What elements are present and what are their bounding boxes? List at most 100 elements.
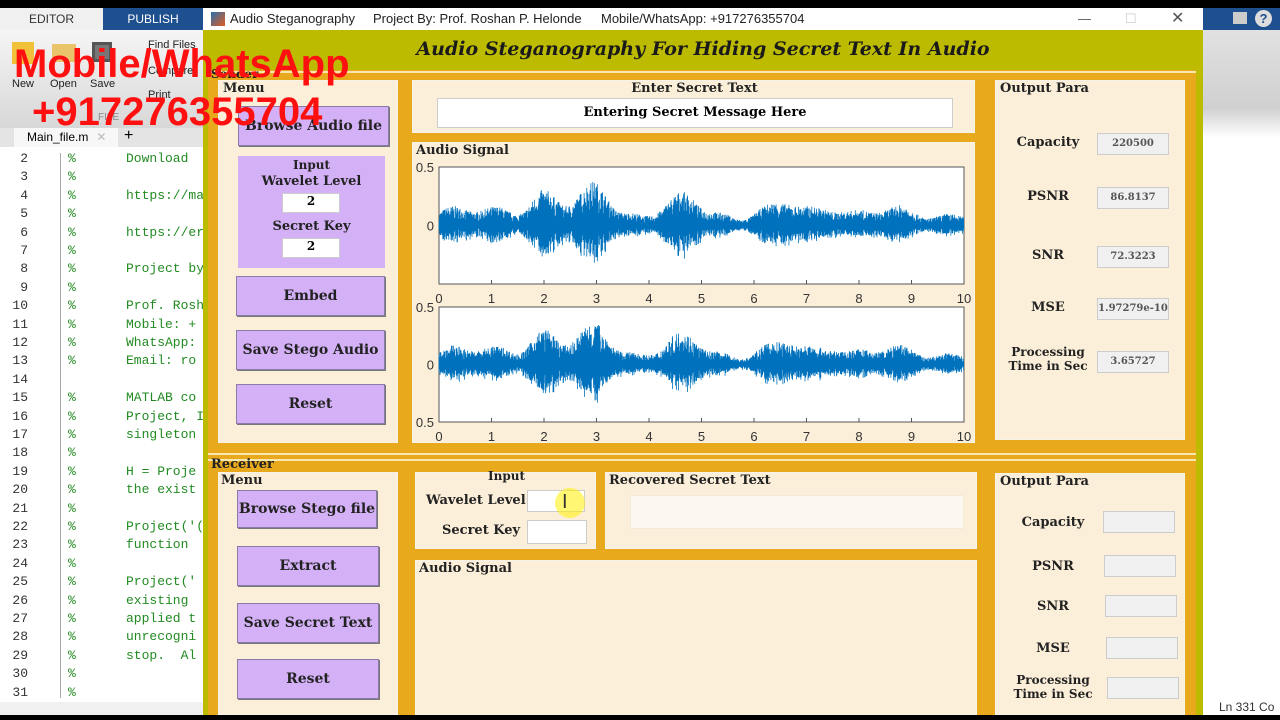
comment-marker: % — [68, 206, 76, 222]
code-area[interactable]: 2% Download 3% 4% https://ma 5% 6% https://er 7%… — [0, 147, 205, 702]
receiver-reset-button[interactable]: Reset — [237, 659, 379, 699]
x-tick-label: 8 — [855, 291, 862, 306]
comment-marker: % — [68, 574, 76, 590]
x-tick-label: 6 — [750, 291, 757, 306]
window-title: Audio Steganography — [230, 11, 356, 26]
window-mobile: Mobile/WhatsApp: +917276355704 — [601, 11, 805, 26]
comment-marker: % — [68, 151, 76, 166]
layout-icon[interactable] — [1233, 12, 1247, 24]
receiver-menu-panel: Menu Browse Stego file Extract Save Secr… — [218, 472, 398, 715]
line-number: 23 — [12, 537, 28, 553]
receiver-key-label: Secret Key — [442, 523, 521, 538]
x-tick-label: 5 — [698, 429, 705, 444]
line-number: 16 — [12, 408, 28, 424]
output-label: SNR — [1031, 248, 1065, 263]
receiver-key-input[interactable] — [527, 520, 587, 544]
help-icon[interactable]: ? — [1255, 10, 1272, 27]
output-value: 86.8137 — [1097, 187, 1169, 209]
code-line: MATLAB co — [126, 390, 197, 406]
minimize-button[interactable]: — — [1078, 8, 1091, 30]
receiver-audio-signal-title: Audio Signal — [419, 561, 512, 576]
line-number: 19 — [12, 463, 28, 479]
x-tick-label: 9 — [908, 429, 915, 444]
output-value — [1106, 637, 1178, 659]
embed-button[interactable]: Embed — [236, 276, 385, 316]
main-title: Audio Steganography For Hiding Secret Te… — [416, 38, 990, 60]
line-number: 3 — [20, 169, 28, 185]
x-tick-label: 0 — [435, 429, 442, 444]
output-value — [1103, 511, 1175, 533]
line-number: 18 — [12, 445, 28, 461]
comment-marker: % — [68, 224, 76, 240]
secret-key-input[interactable]: 2 — [282, 238, 340, 258]
x-tick-label: 0 — [435, 291, 442, 306]
output-label: Capacity — [1016, 135, 1080, 150]
code-line: Project('( — [126, 519, 205, 534]
secret-text-panel: Enter Secret Text Entering Secret Messag… — [412, 80, 975, 133]
comment-marker: % — [68, 611, 76, 626]
comment-marker: % — [68, 463, 76, 479]
output-label: MSE — [1036, 641, 1070, 656]
receiver-audio-signal-panel: Audio Signal — [415, 560, 977, 715]
line-number: 24 — [12, 555, 28, 571]
tab-publish[interactable]: PUBLISH — [103, 8, 203, 30]
wavelet-level-input[interactable]: 2 — [282, 193, 340, 213]
secret-key-label: Secret Key — [272, 219, 351, 234]
recovered-text-field[interactable] — [630, 495, 964, 529]
x-tick-label: 2 — [540, 291, 547, 306]
output-label: SNR — [1036, 599, 1070, 614]
figure-window: Audio Steganography Project By: Prof. Ro… — [203, 8, 1203, 715]
maximize-button[interactable]: ☐ — [1125, 8, 1137, 30]
output-value — [1105, 595, 1177, 617]
cursor-highlight — [555, 488, 585, 518]
line-number: 31 — [12, 684, 28, 700]
comment-marker: % — [68, 555, 76, 571]
code-line: function — [126, 537, 197, 553]
recovered-text-title: Recovered Secret Text — [609, 473, 771, 488]
matlab-right-area: ? Ln 331 Co — [1203, 8, 1280, 715]
output-value: 72.3223 — [1097, 246, 1169, 268]
line-number: 13 — [12, 353, 28, 369]
browse-stego-button[interactable]: Browse Stego file — [237, 490, 377, 528]
recovered-text-panel: Recovered Secret Text — [605, 472, 977, 549]
receiver-output-panel: Output Para Capacity PSNR SNR MSE Proces… — [995, 473, 1185, 715]
x-tick-label: 3 — [593, 291, 600, 306]
x-tick-label: 10 — [957, 429, 971, 444]
code-line: singleton — [126, 427, 197, 442]
secret-text-input[interactable]: Entering Secret Message Here — [437, 98, 953, 128]
line-number: 25 — [12, 574, 28, 590]
x-tick-label: 7 — [803, 291, 810, 306]
line-number: 10 — [12, 298, 28, 314]
x-tick-label: 4 — [645, 429, 652, 444]
comment-marker: % — [68, 335, 76, 350]
sender-output-panel: Output Para Capacity 220500 PSNR 86.8137 S… — [995, 80, 1185, 440]
comment-marker: % — [68, 482, 76, 498]
comment-marker: % — [68, 592, 76, 608]
status-line: Ln 331 Co — [1219, 700, 1275, 714]
close-button[interactable]: ✕ — [1171, 8, 1184, 30]
save-secret-text-button[interactable]: Save Secret Text — [237, 603, 379, 643]
output-para-title: Output Para — [1000, 81, 1089, 96]
x-tick-label: 5 — [698, 291, 705, 306]
code-line: Project by — [126, 261, 205, 277]
x-tick-label: 1 — [488, 291, 495, 306]
x-tick-label: 2 — [540, 429, 547, 444]
code-line: Project(' — [126, 574, 197, 590]
comment-marker: % — [68, 537, 76, 553]
audio-signal-chart: 0 1 2 3 4 5 6 7 8 9 100.500 1 2 3 4 5 6 7 8 9 100.500.5 — [416, 160, 971, 444]
tab-editor[interactable]: EDITOR — [0, 8, 103, 30]
comment-marker: % — [68, 169, 76, 185]
comment-marker: % — [68, 408, 76, 424]
line-number: 14 — [12, 371, 28, 387]
extract-button[interactable]: Extract — [237, 546, 379, 586]
code-line: existing — [126, 592, 197, 608]
comment-marker: % — [68, 647, 76, 663]
editor-status — [0, 702, 203, 715]
line-number: 6 — [20, 224, 28, 240]
x-tick-label: 7 — [803, 429, 810, 444]
comment-marker: % — [68, 187, 76, 203]
line-number: 8 — [20, 261, 28, 277]
save-stego-audio-button[interactable]: Save Stego Audio — [236, 330, 385, 370]
reset-button[interactable]: Reset — [236, 384, 385, 424]
audio-signal-panel: Audio Signal 0 1 2 3 4 5 6 7 8 9 10 0.5 0 0 1 2 3 4 5 6 7 8 9 1… — [412, 142, 975, 444]
